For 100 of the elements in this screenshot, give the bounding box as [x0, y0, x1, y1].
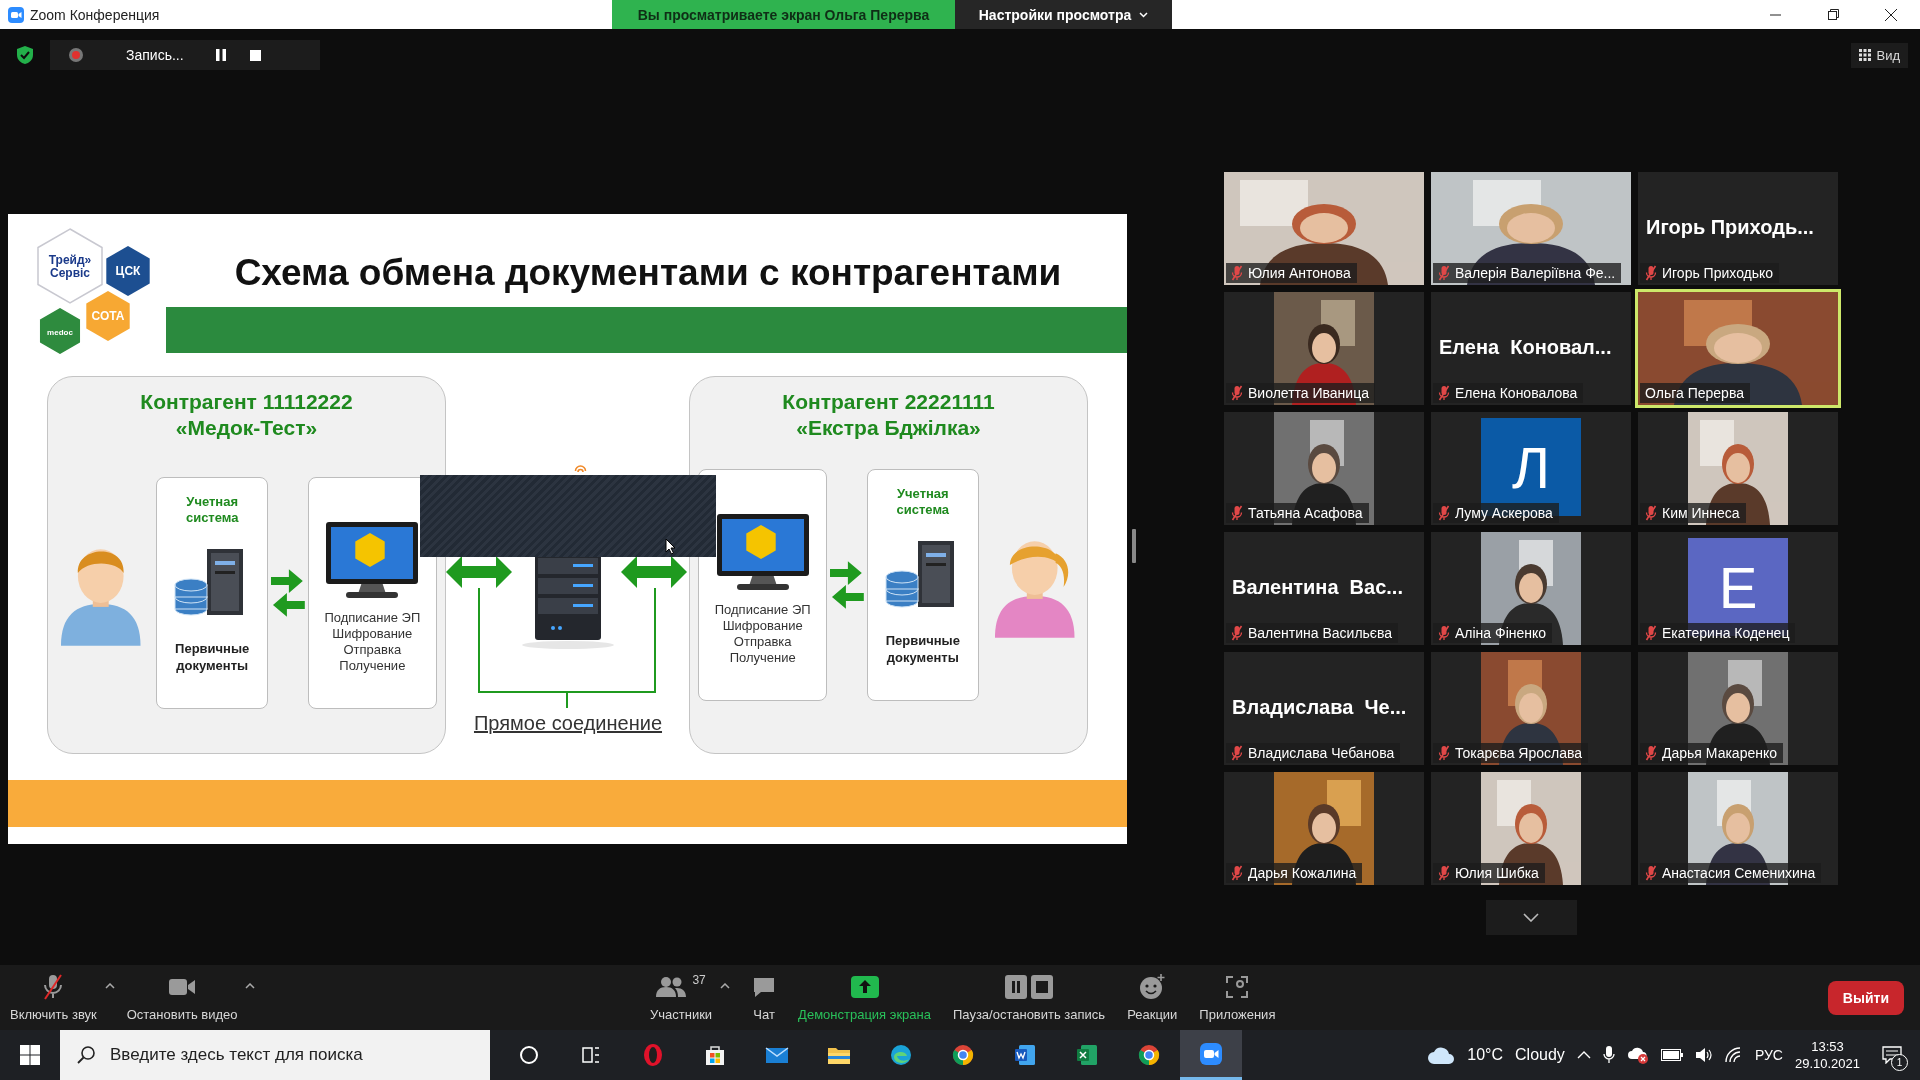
participant-name: Ким Иннеса	[1662, 505, 1740, 521]
slide-title: Схема обмена документами с контрагентами	[233, 252, 1063, 294]
cursor-icon	[665, 538, 676, 555]
search-field[interactable]: Введите здесь текст для поиска	[60, 1030, 490, 1080]
pause-stop-icon	[1005, 975, 1054, 999]
participant-name: Луму Аскерова	[1455, 505, 1553, 521]
caret-icon	[245, 983, 256, 989]
leave-button[interactable]: Выйти	[1827, 980, 1904, 1015]
notification-count: 1	[1891, 1054, 1908, 1071]
display-name: Владислава Че...	[1232, 696, 1408, 719]
party-subtitle: «Екстра Бджілка»	[795, 415, 982, 441]
swirl-icon	[889, 1043, 913, 1067]
double-arrow-icon	[446, 556, 512, 588]
temperature: 10°C	[1467, 1046, 1504, 1064]
participant-name: Валентина Васильєва	[1248, 625, 1393, 641]
share-screen-button[interactable]: Демонстрация экрана	[794, 967, 935, 1028]
participant-name: Дарья Макаренко	[1662, 745, 1777, 761]
smiley-icon	[1139, 974, 1166, 1000]
grid-icon	[1859, 49, 1872, 61]
stop-icon	[250, 49, 261, 61]
notifications-button[interactable]: 1	[1872, 1035, 1912, 1075]
operation-text: Шифрование	[332, 626, 413, 642]
tricolor-circle-icon	[951, 1043, 975, 1067]
video-camera-icon	[168, 977, 197, 997]
battery-icon[interactable]	[1660, 1049, 1683, 1061]
connection-label: Прямое соединение	[472, 712, 663, 735]
participant-name: Юлия Антонова	[1248, 265, 1351, 281]
speaker-icon[interactable]	[1694, 1047, 1713, 1063]
display-name: Игорь Приходь...	[1646, 216, 1815, 239]
sharing-banner: Вы просматриваете экран Ольга Перерва	[612, 0, 955, 29]
app-icon	[8, 6, 24, 23]
toolbar-button[interactable]: 37 Участники	[646, 967, 717, 1028]
operation-text: Шифрование	[722, 618, 803, 634]
apps-icon	[1225, 975, 1250, 999]
participant-name: Елена Коновалова	[1455, 385, 1578, 401]
minimize-icon	[1769, 13, 1781, 16]
splitter-handle[interactable]	[1132, 529, 1136, 563]
wifi-icon[interactable]	[1724, 1047, 1743, 1063]
toolbar-button[interactable]: Чат	[748, 967, 781, 1028]
circle-icon	[517, 1043, 541, 1067]
operation-text: Получение	[339, 658, 406, 674]
view-options-menu[interactable]: Настройки просмотра	[955, 0, 1172, 29]
participant-name: Игорь Приходько	[1662, 265, 1774, 281]
caret-icon	[720, 983, 731, 989]
display-name: Валентина Вас...	[1232, 576, 1404, 599]
party-title: Контрагент 11112222	[139, 389, 354, 415]
system-label: Учетная система	[895, 486, 951, 518]
caret-icon	[1139, 11, 1149, 18]
clock-date[interactable]: 29.10.2021	[1794, 1055, 1860, 1072]
toolbar-button[interactable]: Пауза/остановить запись	[948, 967, 1110, 1028]
display-name: Елена Коновал...	[1439, 336, 1613, 359]
restore-icon	[1827, 9, 1839, 20]
cloud-error-icon[interactable]	[1626, 1046, 1649, 1064]
taskbar-app-button[interactable]	[1180, 1030, 1242, 1080]
language-indicator[interactable]: РУС	[1754, 1047, 1783, 1063]
documents-label: Первичные документы	[174, 640, 251, 674]
participant-name: Ольга Перерва	[1645, 385, 1744, 401]
ring-icon	[641, 1043, 665, 1067]
shield-icon[interactable]	[16, 45, 34, 65]
exchange-arrows-icon	[270, 567, 305, 619]
view-button[interactable]: Вид	[1851, 42, 1908, 68]
spreadsheet-icon	[1075, 1043, 1099, 1067]
operation-text: Подписание ЭП	[714, 602, 811, 618]
window-title: Zoom Конференция	[30, 6, 160, 23]
video-camera-icon	[1199, 1041, 1223, 1066]
caret-icon[interactable]	[1576, 1051, 1591, 1059]
clock-time[interactable]: 13:53	[1811, 1038, 1844, 1055]
chevron-down-icon	[1523, 913, 1539, 922]
participant-name: Аліна Фіненко	[1455, 625, 1547, 641]
tricolor-circle-icon	[1137, 1043, 1161, 1067]
muted-mic-icon	[42, 974, 65, 1000]
operation-text: Отправка	[343, 642, 402, 658]
participant-name: Виолетта Иваница	[1248, 385, 1369, 401]
documents-label: Первичные документы	[884, 632, 961, 666]
double-arrow-icon	[621, 556, 687, 588]
share-screen-icon	[850, 976, 879, 998]
toolbar-button[interactable]: Остановить видео	[122, 967, 242, 1028]
toolbar-button[interactable]: Включить звук	[6, 967, 101, 1028]
toolbar-button[interactable]: Приложения	[1195, 967, 1280, 1028]
participant-name: Татьяна Асафова	[1248, 505, 1363, 521]
operation-text: Подписание ЭП	[324, 610, 421, 626]
participant-name: Токарєва Ярослава	[1455, 745, 1583, 761]
toolbar-button[interactable]: Реакции	[1123, 967, 1182, 1028]
document-icon	[1013, 1043, 1037, 1067]
cloud-icon	[1427, 1045, 1456, 1065]
participant-name: Валерія Валеріївна Фе...	[1455, 265, 1616, 281]
participant-name: Екатерина Коденец	[1662, 625, 1790, 641]
participants-icon	[656, 976, 687, 998]
chat-bubble-icon	[752, 975, 777, 999]
participant-name: Владислава Чебанова	[1248, 745, 1395, 761]
exchange-arrows-icon	[830, 559, 865, 611]
caret-icon	[104, 983, 115, 989]
pause-icon	[216, 49, 226, 61]
operation-text: Отправка	[733, 634, 792, 650]
participant-name: Анастасия Семенихина	[1662, 865, 1816, 881]
system-label: Учетная система	[184, 494, 240, 526]
microphone-icon[interactable]	[1602, 1046, 1615, 1064]
party-title: Контрагент 22221111	[781, 389, 996, 415]
party-subtitle: «Медок-Тест»	[174, 415, 319, 441]
participant-name: Дарья Кожалина	[1248, 865, 1357, 881]
